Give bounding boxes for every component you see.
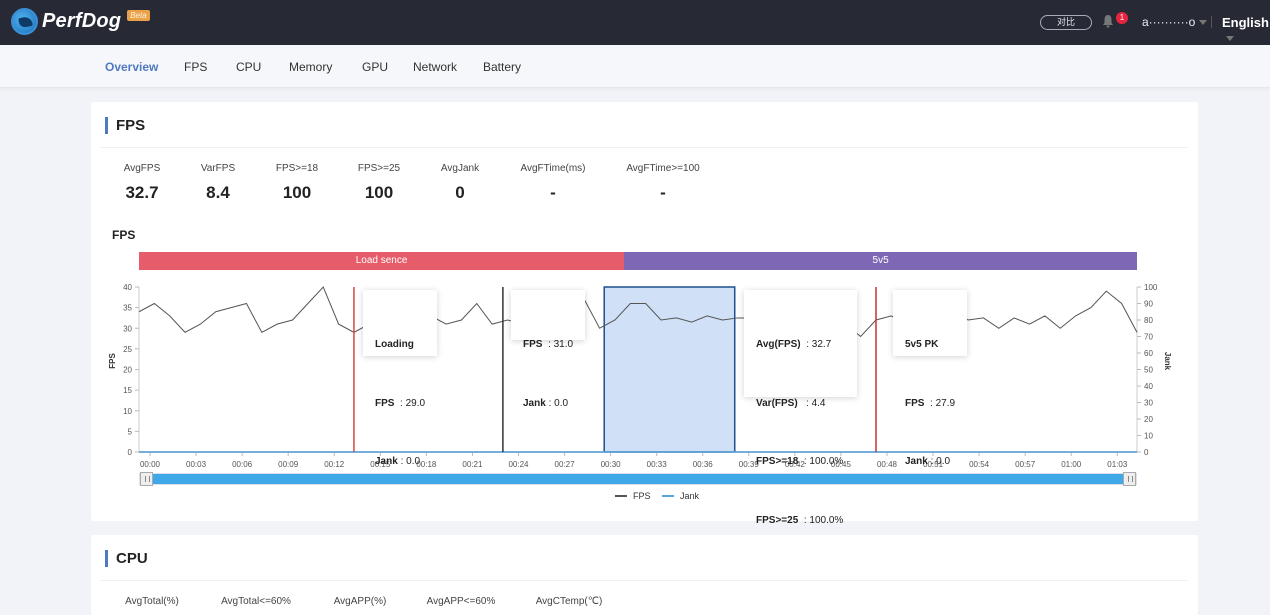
stat-label: AvgTotal(%) xyxy=(125,596,179,607)
legend-label: Jank xyxy=(680,491,700,501)
stat-value: - xyxy=(550,183,556,202)
legend-item-fps[interactable]: FPS xyxy=(615,491,651,501)
tooltip-row: Avg(FPS) : 32.7 xyxy=(756,339,832,350)
stat-label: VarFPS xyxy=(200,163,236,174)
tab-overview[interactable]: Overview xyxy=(105,60,158,74)
compare-button[interactable]: 对比 xyxy=(1040,15,1092,30)
stat-avgjank: AvgJank 0 xyxy=(430,163,490,203)
stat-value: 0 xyxy=(455,183,465,202)
chevron-down-icon xyxy=(1199,20,1208,26)
tab-fps[interactable]: FPS xyxy=(184,60,207,74)
bell-icon[interactable] xyxy=(1102,14,1114,28)
stat-label: AvgCTemp(℃) xyxy=(535,596,603,607)
legend-swatch xyxy=(662,495,674,497)
stat-label: AvgAPP(%) xyxy=(333,596,387,607)
stat-avgtotal60: AvgTotal<=60% xyxy=(214,596,298,607)
chevron-down-icon xyxy=(1226,36,1234,42)
tooltip-point: FPS : 31.0 Jank : 0.0 xyxy=(511,290,585,409)
stat-fps25: FPS>=25 100 xyxy=(348,163,410,203)
language-selector[interactable]: English xyxy=(1222,15,1270,45)
tooltip-range-summary: Avg(FPS) : 32.7 Var(FPS) : 4.4 FPS>=18 :… xyxy=(744,290,857,584)
scene-band-load[interactable]: Load sence xyxy=(139,252,625,270)
zoom-slider-range[interactable] xyxy=(152,474,1123,484)
stat-label: AvgTotal<=60% xyxy=(221,596,291,607)
stat-fps18: FPS>=18 100 xyxy=(266,163,328,203)
tab-network[interactable]: Network xyxy=(413,60,457,74)
stat-avgapp60: AvgAPP<=60% xyxy=(418,596,504,607)
top-bar: PerfDog Beta 对比 1 a··········o English xyxy=(0,0,1270,45)
stat-label: AvgFTime(ms) xyxy=(520,163,586,174)
section-title: CPU xyxy=(105,550,148,567)
stat-label: AvgJank xyxy=(440,163,480,174)
legend-item-jank[interactable]: Jank xyxy=(662,491,699,501)
stat-value: 100 xyxy=(364,183,394,202)
stat-avgfps: AvgFPS 32.7 xyxy=(113,163,171,203)
tooltip-row: Jank : 0.0 xyxy=(375,456,421,467)
stat-avgftime: AvgFTime(ms) - xyxy=(512,163,594,203)
username: a··········o xyxy=(1142,15,1196,29)
section-title: FPS xyxy=(105,117,145,134)
stat-avgftime100: AvgFTime>=100 - xyxy=(618,163,708,203)
stat-varfps: VarFPS 8.4 xyxy=(190,163,246,203)
scene-band-5v5[interactable]: 5v5 xyxy=(624,252,1137,270)
tab-battery[interactable]: Battery xyxy=(483,60,521,74)
legend-label: FPS xyxy=(633,491,651,501)
stat-label: FPS>=18 xyxy=(275,163,319,174)
tooltip-row: Var(FPS) : 4.4 xyxy=(756,397,826,409)
legend-swatch xyxy=(615,495,627,497)
logo[interactable]: PerfDog Beta xyxy=(11,8,150,35)
stat-value: 32.7 xyxy=(125,183,159,202)
user-menu[interactable]: a··········o xyxy=(1142,15,1208,29)
tooltip-row: FPS : 29.0 xyxy=(375,397,426,409)
tooltip-row: FPS : 31.0 xyxy=(523,339,574,350)
tooltip-title: 5v5 PK xyxy=(905,339,939,350)
notification-badge: 1 xyxy=(1116,12,1128,24)
zoom-slider-left-handle[interactable] xyxy=(140,472,153,486)
stat-avgctemp: AvgCTemp(℃) xyxy=(527,596,611,607)
stat-label: FPS>=25 xyxy=(357,163,401,174)
stat-label: AvgFTime>=100 xyxy=(626,163,700,174)
section-nav: Overview FPS CPU Memory GPU Network Batt… xyxy=(0,45,1270,88)
tab-cpu[interactable]: CPU xyxy=(236,60,261,74)
tab-memory[interactable]: Memory xyxy=(289,60,332,74)
tooltip-loading: Loading FPS : 29.0 Jank : 0.0 xyxy=(363,290,437,467)
tooltip-title: Loading xyxy=(375,339,414,350)
tooltip-row: Jank : 0.0 xyxy=(523,397,569,409)
beta-badge: Beta xyxy=(127,10,150,21)
language-label: English xyxy=(1222,15,1269,30)
stat-avgapp: AvgAPP(%) xyxy=(324,596,396,607)
divider xyxy=(1211,16,1212,28)
perfdog-logo-icon xyxy=(11,8,38,35)
divider xyxy=(101,580,1188,581)
tooltip-row: FPS>=18 : 100.0% xyxy=(756,456,844,467)
stat-value: 8.4 xyxy=(206,183,230,202)
stat-label: AvgAPP<=60% xyxy=(426,596,496,607)
tab-gpu[interactable]: GPU xyxy=(362,60,388,74)
app-name: PerfDog xyxy=(42,10,122,32)
tooltip-row: FPS>=25 : 100.0% xyxy=(756,514,844,526)
stat-avgtotal: AvgTotal(%) xyxy=(113,596,191,607)
stat-value: - xyxy=(660,183,666,202)
tooltip-row: FPS : 27.9 xyxy=(905,397,956,409)
tooltip-row: Jank : 0.0 xyxy=(905,456,951,467)
divider xyxy=(101,147,1188,148)
stat-value: 100 xyxy=(282,183,312,202)
stat-label: AvgFPS xyxy=(123,163,161,174)
tooltip-5v5-pk: 5v5 PK FPS : 27.9 Jank : 0.0 xyxy=(893,290,967,467)
zoom-slider-right-handle[interactable] xyxy=(1123,472,1136,486)
chart-title: FPS xyxy=(112,228,136,242)
